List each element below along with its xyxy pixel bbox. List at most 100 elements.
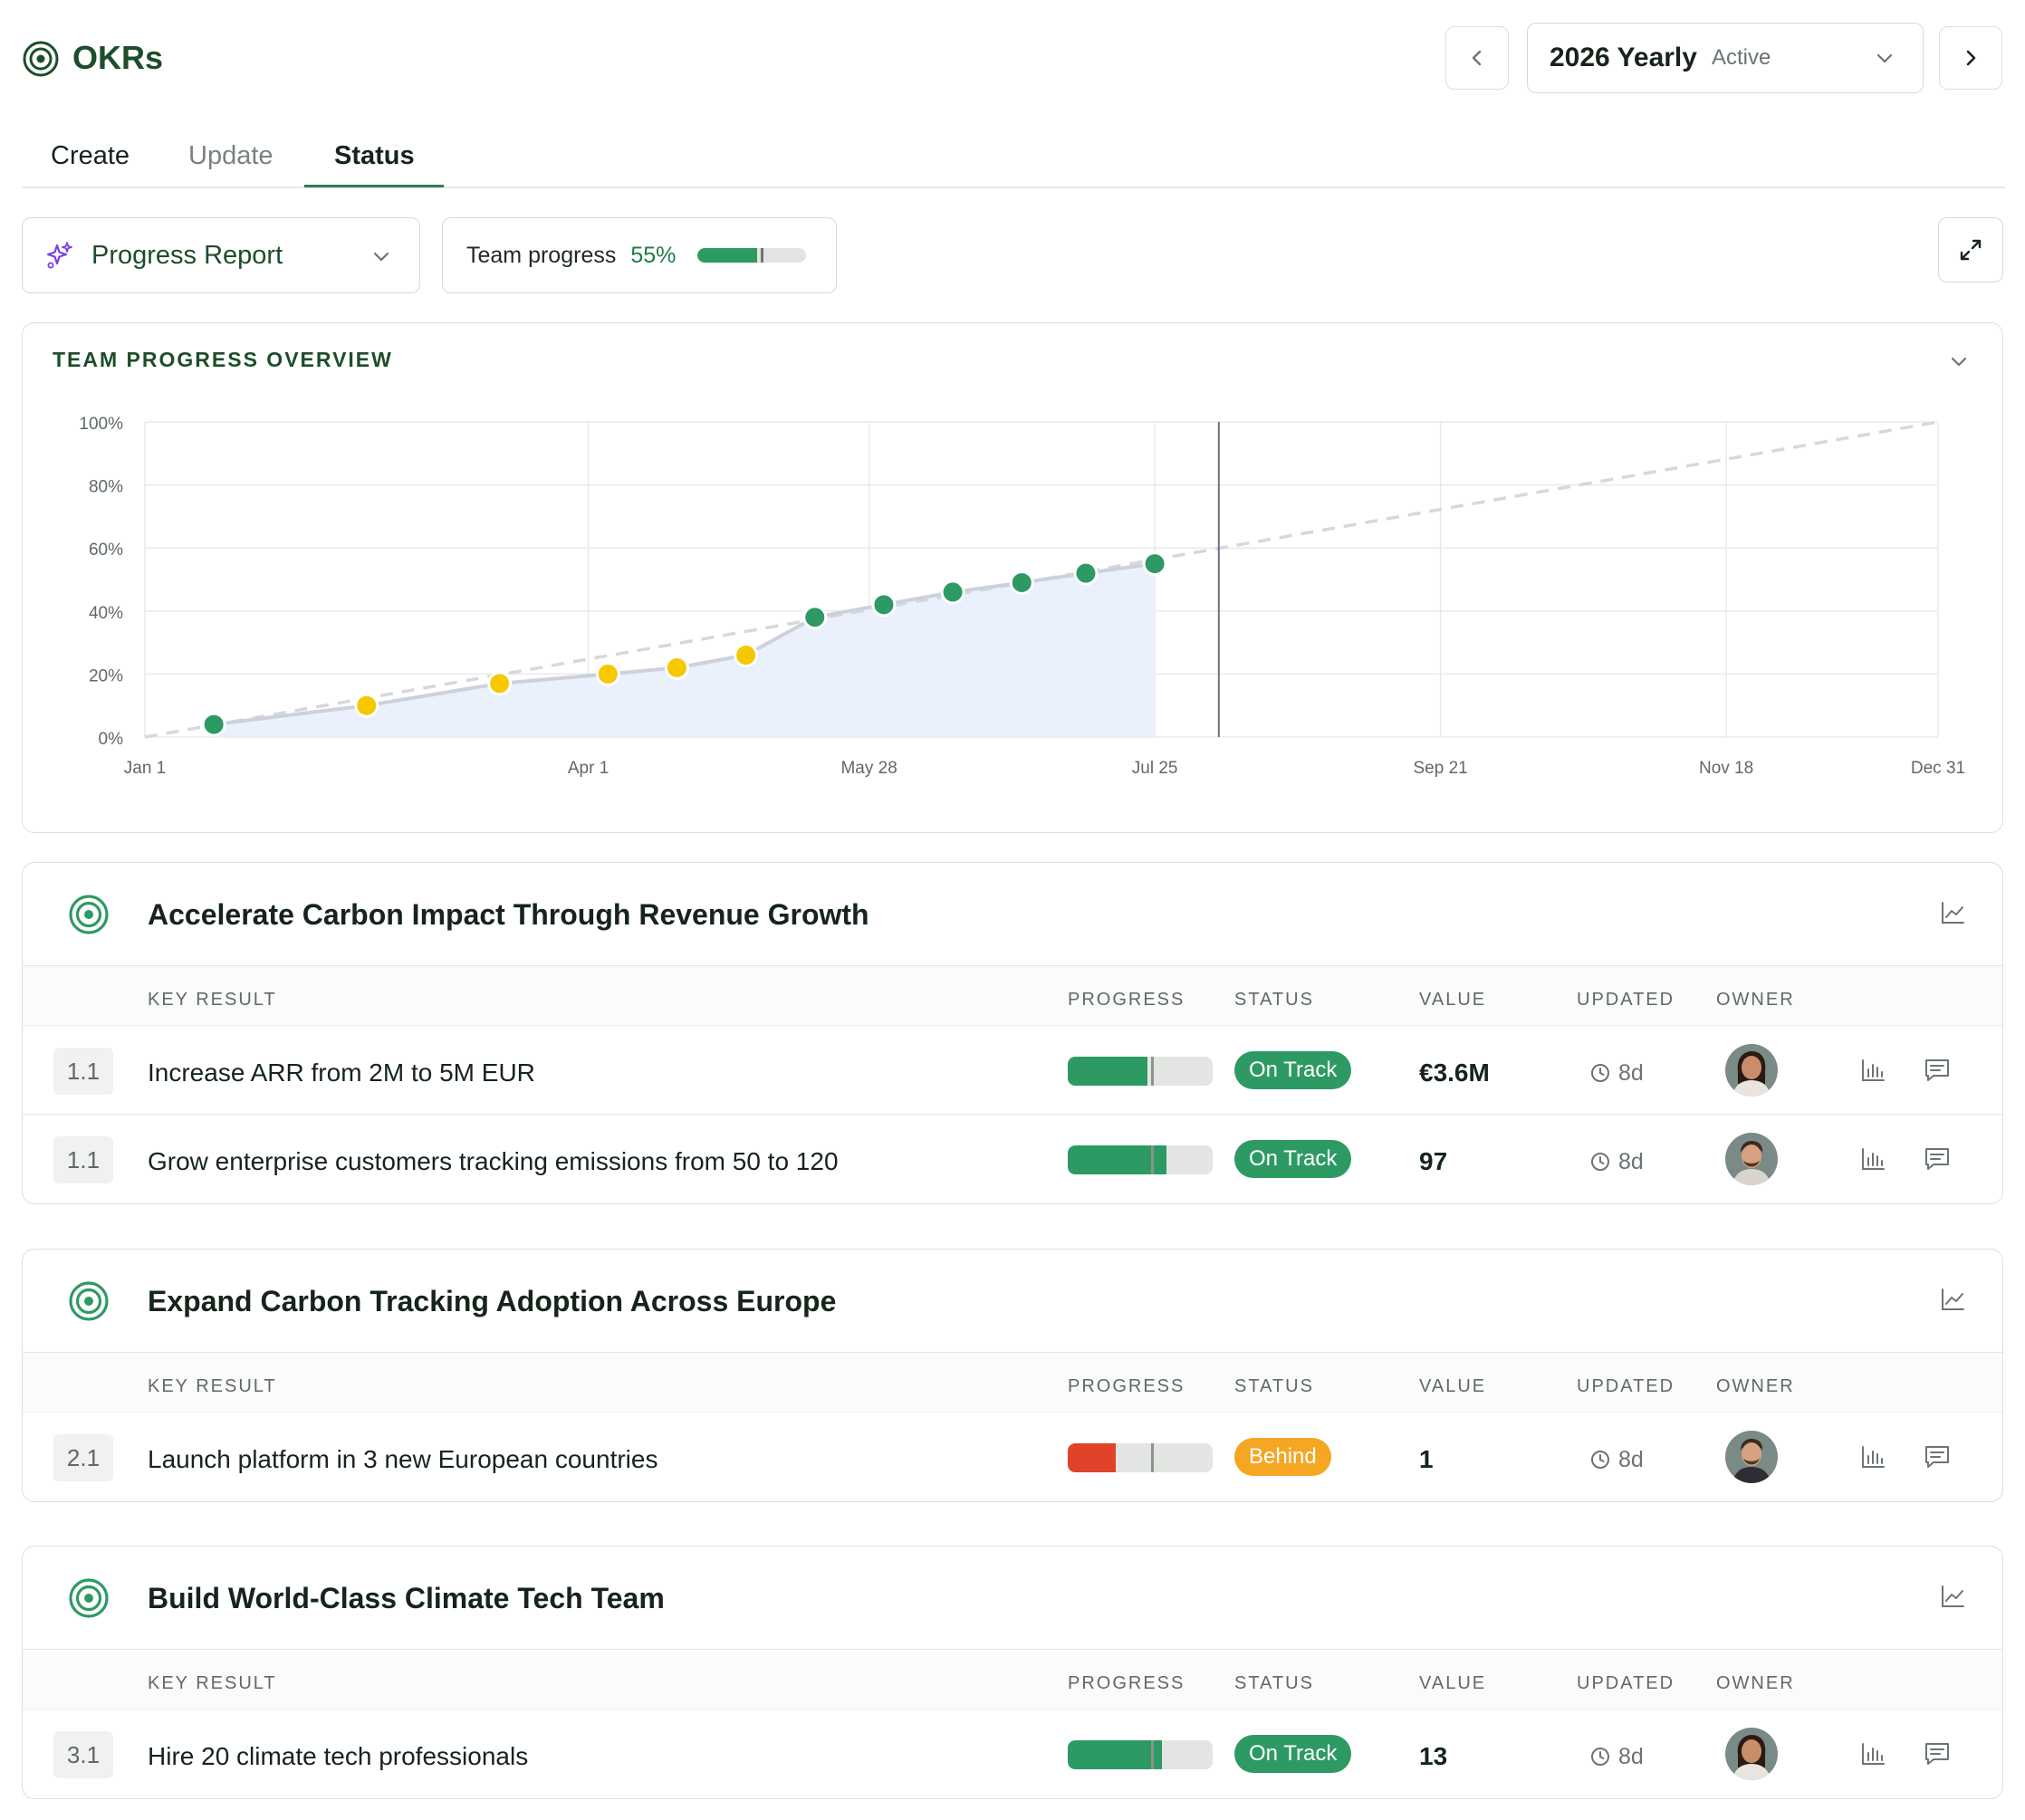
column-updated: UPDATED: [1577, 990, 1675, 1010]
column-owner: OWNER: [1716, 1673, 1795, 1693]
avatar-image: [1725, 1133, 1778, 1185]
owner-avatar[interactable]: [1725, 1133, 1778, 1185]
objective-card: Accelerate Carbon Impact Through Revenue…: [22, 862, 2003, 1204]
column-status: STATUS: [1234, 990, 1314, 1010]
bar-chart-icon[interactable]: [1859, 1057, 1886, 1084]
column-value: VALUE: [1419, 1673, 1487, 1693]
comment-icon[interactable]: [1923, 1145, 1952, 1173]
progress-point: [487, 671, 513, 696]
column-updated: UPDATED: [1577, 1673, 1675, 1693]
y-tick-label: 100%: [79, 415, 123, 434]
key-result-progress-fill: [1068, 1740, 1162, 1769]
x-tick-label: Jan 1: [124, 759, 166, 778]
updated-time: 8d: [1589, 1144, 1644, 1180]
expected-progress-marker: [1151, 1057, 1154, 1086]
objective-title: Accelerate Carbon Impact Through Revenue…: [148, 898, 869, 931]
key-result-number: 2.1: [53, 1434, 113, 1481]
x-tick-label: May 28: [840, 759, 897, 778]
objective-card: Expand Carbon Tracking Adoption Across E…: [22, 1249, 2003, 1502]
key-result-row[interactable]: 2.1 Launch platform in 3 new European co…: [23, 1413, 2002, 1501]
key-result-column-headers: KEY RESULT PROGRESS STATUS VALUE UPDATED…: [23, 1353, 2002, 1413]
objective-header: Expand Carbon Tracking Adoption Across E…: [23, 1250, 2002, 1353]
updated-value: 8d: [1618, 1744, 1644, 1769]
key-result-value: €3.6M: [1419, 1058, 1490, 1087]
owner-avatar[interactable]: [1725, 1044, 1778, 1097]
expected-progress-marker: [1151, 1740, 1154, 1769]
progress-point: [201, 712, 226, 737]
objective-target-icon: [69, 1578, 109, 1618]
progress-point: [940, 580, 965, 605]
expected-progress-marker: [1151, 1443, 1154, 1472]
progress-point: [1009, 570, 1034, 595]
bar-chart-icon[interactable]: [1859, 1740, 1886, 1767]
expected-progress-marker: [1151, 1145, 1154, 1174]
key-result-progress-bar: [1068, 1740, 1213, 1769]
line-chart-icon[interactable]: [1939, 1286, 1966, 1313]
objective-header: Accelerate Carbon Impact Through Revenue…: [23, 863, 2002, 966]
updated-value: 8d: [1618, 1447, 1644, 1472]
key-result-row[interactable]: 1.1 Grow enterprise customers tracking e…: [23, 1115, 2002, 1203]
column-value: VALUE: [1419, 990, 1487, 1010]
key-result-number: 1.1: [53, 1048, 113, 1095]
key-result-title: Launch platform in 3 new European countr…: [148, 1445, 658, 1473]
key-result-value: 1: [1419, 1445, 1434, 1473]
owner-avatar[interactable]: [1725, 1431, 1778, 1483]
x-tick-label: Jul 25: [1132, 759, 1178, 778]
key-result-progress-fill: [1068, 1057, 1147, 1086]
y-tick-label: 0%: [99, 730, 124, 749]
column-value: VALUE: [1419, 1376, 1487, 1396]
y-tick-label: 20%: [89, 666, 123, 685]
progress-point: [664, 655, 689, 680]
column-progress: PROGRESS: [1068, 1673, 1185, 1693]
column-status: STATUS: [1234, 1673, 1314, 1693]
bar-chart-icon[interactable]: [1859, 1443, 1886, 1470]
owner-avatar[interactable]: [1725, 1728, 1778, 1780]
clock-icon: [1591, 1064, 1609, 1082]
updated-value: 8d: [1618, 1149, 1644, 1174]
avatar-image: [1725, 1728, 1778, 1780]
objective-target-icon: [69, 895, 109, 934]
key-result-value: 13: [1419, 1742, 1448, 1770]
x-tick-label: Apr 1: [568, 759, 609, 778]
objective-title: Build World-Class Climate Tech Team: [148, 1582, 665, 1614]
key-result-column-headers: KEY RESULT PROGRESS STATUS VALUE UPDATED…: [23, 966, 2002, 1026]
column-key-result: KEY RESULT: [148, 1673, 277, 1693]
progress-point: [1073, 560, 1099, 586]
bar-chart-icon[interactable]: [1859, 1145, 1886, 1173]
updated-time: 8d: [1589, 1442, 1644, 1478]
x-tick-label: Nov 18: [1699, 759, 1753, 778]
key-result-row[interactable]: 1.1 Increase ARR from 2M to 5M EUR On Tr…: [23, 1026, 2002, 1115]
key-result-progress-bar: [1068, 1443, 1213, 1472]
line-chart-icon[interactable]: [1939, 1583, 1966, 1610]
progress-point: [734, 643, 759, 668]
column-key-result: KEY RESULT: [148, 990, 277, 1010]
column-key-result: KEY RESULT: [148, 1376, 277, 1396]
key-result-title: Hire 20 climate tech professionals: [148, 1742, 529, 1770]
key-result-row[interactable]: 3.1 Hire 20 climate tech professionals O…: [23, 1710, 2002, 1798]
updated-time: 8d: [1589, 1739, 1644, 1775]
y-tick-label: 60%: [89, 541, 123, 560]
x-tick-label: Sep 21: [1413, 759, 1467, 778]
column-progress: PROGRESS: [1068, 1376, 1185, 1396]
comment-icon[interactable]: [1923, 1443, 1952, 1470]
column-owner: OWNER: [1716, 990, 1795, 1010]
progress-point: [802, 605, 828, 630]
updated-value: 8d: [1618, 1060, 1644, 1086]
comment-icon[interactable]: [1923, 1057, 1952, 1084]
status-badge: Behind: [1234, 1438, 1331, 1476]
updated-time: 8d: [1589, 1055, 1644, 1091]
key-result-value: 97: [1419, 1147, 1448, 1175]
column-owner: OWNER: [1716, 1376, 1795, 1396]
avatar-image: [1725, 1044, 1778, 1097]
comment-icon[interactable]: [1923, 1740, 1952, 1767]
key-result-progress-bar: [1068, 1057, 1213, 1086]
progress-point: [595, 661, 620, 686]
y-tick-label: 80%: [89, 478, 123, 497]
objective-card: Build World-Class Climate Tech Team KEY …: [22, 1546, 2003, 1799]
objective-title: Expand Carbon Tracking Adoption Across E…: [148, 1285, 837, 1317]
column-status: STATUS: [1234, 1376, 1314, 1396]
key-result-title: Increase ARR from 2M to 5M EUR: [148, 1058, 535, 1087]
line-chart-icon[interactable]: [1939, 899, 1966, 926]
status-badge: On Track: [1234, 1140, 1352, 1178]
key-result-number: 3.1: [53, 1731, 113, 1778]
